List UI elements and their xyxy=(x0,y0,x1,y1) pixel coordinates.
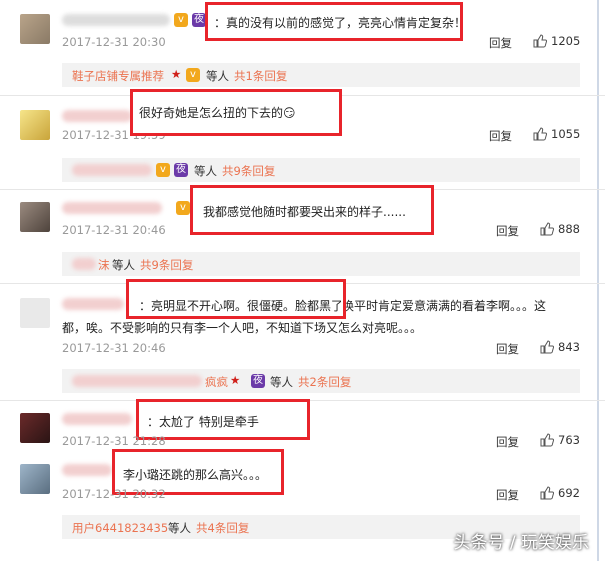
thumb-up-icon xyxy=(540,486,555,500)
like-button[interactable]: 1205 xyxy=(533,34,580,48)
reply-button[interactable]: 回复 xyxy=(496,223,519,239)
username-blurred[interactable] xyxy=(62,464,112,476)
comment-text: ：亮明显不开心啊。很僵硬。脸都黑了。换平时肯定爱意满满的看着李啊。。。这 xyxy=(139,299,341,313)
subreply-bar[interactable]: 疯疯 ★ 夜 等人 共2条回复 xyxy=(62,369,580,393)
subreply-middle: 等人 xyxy=(112,258,135,272)
like-count: 843 xyxy=(558,340,580,354)
avatar[interactable] xyxy=(20,202,50,232)
avatar[interactable] xyxy=(20,413,50,443)
subreply-count[interactable]: 共2条回复 xyxy=(298,374,351,390)
username-blurred[interactable] xyxy=(62,202,162,214)
comment-time: 2017-12-31 20:46 xyxy=(62,341,166,355)
comment-text: ：真的没有以前的感觉了，亮亮心情肯定复杂！ xyxy=(214,16,467,30)
highlight-box: 很好奇她是怎么扭的下去的😏 xyxy=(130,89,342,136)
reply-button[interactable]: 回复 xyxy=(489,35,512,51)
comment-item: 换平时肯定爱意满满的看着李啊。。。这 ：亮明显不开心啊。很僵硬。脸都黑了。换平时… xyxy=(0,279,605,364)
comment-text-line1-tail: 换平时肯定爱意满满的看着李啊。。。这 xyxy=(342,299,547,313)
highlight-box: ：亮明显不开心啊。很僵硬。脸都黑了。换平时肯定爱意满满的看着李啊。。。这 xyxy=(126,279,346,319)
night-badge: 夜 xyxy=(251,374,265,388)
like-button[interactable]: 692 xyxy=(540,486,580,500)
highlight-box: ：真的没有以前的感觉了，亮亮心情肯定复杂！ xyxy=(205,2,467,41)
reply-button[interactable]: 回复 xyxy=(496,434,519,450)
subreply-user-blurred[interactable] xyxy=(72,258,96,270)
like-count: 692 xyxy=(558,486,580,500)
night-badge: 夜 xyxy=(192,13,206,27)
comment-time: 2017-12-31 21:28 xyxy=(62,434,166,448)
star-icon: ★ xyxy=(230,373,241,387)
vip-badge: v xyxy=(174,13,188,27)
vip-badge: v xyxy=(186,68,200,82)
comment-text: 李小璐还跳的那么高兴。。。 xyxy=(123,468,268,482)
comment-item: 李小璐还跳的那么高兴。。。 2017-12-31 20:32 回复 692 xyxy=(0,449,605,512)
like-button[interactable]: 763 xyxy=(540,433,580,447)
subreply-count[interactable]: 共4条回复 xyxy=(196,520,249,536)
reply-button[interactable]: 回复 xyxy=(496,341,519,357)
subreply-user[interactable]: 鞋子店铺专属推荐 xyxy=(72,68,164,84)
like-count: 1205 xyxy=(551,34,581,48)
like-button[interactable]: 888 xyxy=(540,222,580,236)
reply-button[interactable]: 回复 xyxy=(489,128,512,144)
thumb-up-icon xyxy=(540,340,555,354)
subreply-middle: 等人 xyxy=(194,164,217,178)
thumb-up-icon xyxy=(533,34,548,48)
comment-time: 2017-12-31 20:32 xyxy=(62,487,166,501)
vip-badge: v xyxy=(156,163,170,177)
like-count: 888 xyxy=(558,222,580,236)
username-blurred[interactable] xyxy=(62,14,170,26)
star-icon: ★ xyxy=(171,67,182,81)
username-blurred[interactable] xyxy=(62,298,124,310)
subreply-user-blurred[interactable] xyxy=(72,375,202,387)
avatar[interactable] xyxy=(20,110,50,140)
comment-text: 很好奇她是怎么扭的下去的😏 xyxy=(139,106,296,120)
comment-item: v 我都感觉他随时都要哭出来的样子...... 2017-12-31 20:46… xyxy=(0,185,605,250)
comment-item: ：太尬了 特别是牵手 2017-12-31 21:28 回复 763 xyxy=(0,399,605,456)
thumb-up-icon xyxy=(540,433,555,447)
comment-text-line2: 都，唉。不受影响的只有李一个人吧，不知道下场又怎么对亮呢。。。 xyxy=(62,321,423,335)
avatar[interactable] xyxy=(20,464,50,494)
thumb-up-icon xyxy=(533,127,548,141)
comment-text: 我都感觉他随时都要哭出来的样子...... xyxy=(203,205,406,219)
comment-item: v 夜 ：真的没有以前的感觉了，亮亮心情肯定复杂！ 2017-12-31 20:… xyxy=(0,0,605,60)
subreply-middle: 等人 xyxy=(270,375,293,389)
subreply-bar[interactable]: 鞋子店铺专属推荐 ★ v 等人 共1条回复 xyxy=(62,63,580,87)
vip-badge: v xyxy=(176,201,190,215)
like-count: 763 xyxy=(558,433,580,447)
subreply-middle: 等人 xyxy=(206,69,229,83)
subreply-user[interactable]: 用户6441823435 xyxy=(72,520,168,536)
subreply-user-blurred[interactable] xyxy=(72,164,152,176)
comment-time: 2017-12-31 20:30 xyxy=(62,35,166,49)
night-badge: 夜 xyxy=(174,163,188,177)
subreply-count[interactable]: 共9条回复 xyxy=(140,257,193,273)
subreply-bar[interactable]: v 夜 等人 共9条回复 xyxy=(62,158,580,182)
subreply-user[interactable]: 沫 xyxy=(98,257,110,273)
username-blurred[interactable] xyxy=(62,110,132,122)
subreply-bar[interactable]: 沫 等人 共9条回复 xyxy=(62,252,580,276)
thumb-up-icon xyxy=(540,222,555,236)
avatar[interactable] xyxy=(20,14,50,44)
comment-item: 2017-12-31 19:59 很好奇她是怎么扭的下去的😏 回复 1055 xyxy=(0,89,605,156)
username-blurred[interactable] xyxy=(62,413,132,425)
like-button[interactable]: 843 xyxy=(540,340,580,354)
comment-text: ：太尬了 特别是牵手 xyxy=(147,415,259,429)
like-button[interactable]: 1055 xyxy=(533,127,580,141)
subreply-count[interactable]: 共9条回复 xyxy=(222,163,275,179)
subreply-user[interactable]: 疯疯 xyxy=(205,374,228,390)
like-count: 1055 xyxy=(551,127,581,141)
highlight-box: 我都感觉他随时都要哭出来的样子...... xyxy=(190,185,434,235)
subreply-count[interactable]: 共1条回复 xyxy=(234,68,287,84)
comment-time: 2017-12-31 20:46 xyxy=(62,223,166,237)
subreply-middle: 等人 xyxy=(168,521,191,535)
avatar[interactable] xyxy=(20,298,50,328)
reply-button[interactable]: 回复 xyxy=(496,487,519,503)
watermark: 头条号 / 玩笑娱乐 xyxy=(453,533,589,553)
